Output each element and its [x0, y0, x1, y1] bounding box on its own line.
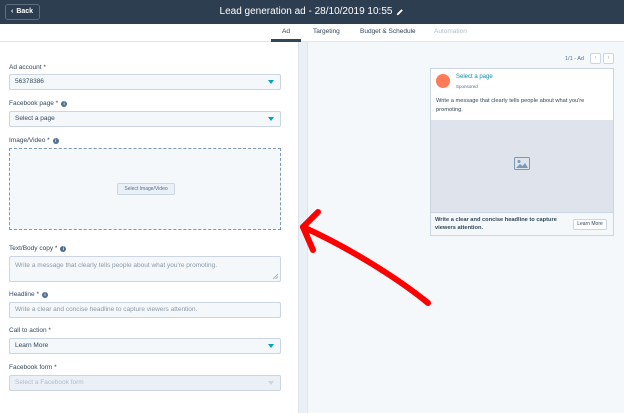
- caret-down-icon: [268, 80, 274, 84]
- chevron-left-icon: ‹: [594, 55, 597, 61]
- caret-down-icon: [268, 117, 274, 121]
- ad-account-label: Ad account *: [9, 64, 46, 71]
- select-image-video-button[interactable]: Select Image/Video: [117, 183, 175, 195]
- info-icon[interactable]: i: [52, 137, 59, 144]
- body-copy-textarea[interactable]: Write a message that clearly tells peopl…: [9, 256, 281, 282]
- tab-bar: Ad Targeting Budget & Schedule Automatio…: [0, 24, 624, 42]
- tab-ad[interactable]: Ad: [282, 28, 290, 35]
- ad-pager-label: 1/1 - Ad: [565, 56, 584, 62]
- avatar: [436, 74, 450, 88]
- facebook-form-label: Facebook form *: [9, 364, 57, 371]
- preview-page-name[interactable]: Select a page: [456, 74, 493, 80]
- call-to-action-select[interactable]: Learn More: [9, 338, 281, 354]
- resize-handle-icon[interactable]: [272, 273, 278, 279]
- info-icon[interactable]: i: [60, 245, 67, 252]
- caret-down-icon: [268, 344, 274, 348]
- facebook-form-select[interactable]: Select a Facebook form: [9, 375, 281, 391]
- call-to-action-label: Call to action *: [9, 327, 51, 334]
- active-tab-indicator: [271, 39, 301, 42]
- preview-cta-button[interactable]: Learn More: [573, 219, 607, 230]
- sponsored-label: Sponsored: [456, 84, 478, 89]
- tab-budget-schedule[interactable]: Budget & Schedule: [360, 28, 416, 35]
- preview-body-text: Write a message that clearly tells peopl…: [436, 98, 585, 113]
- ad-account-select[interactable]: 56378386: [9, 74, 281, 90]
- headline-label: Headline * i: [9, 291, 48, 298]
- pager-next-button[interactable]: ›: [603, 53, 614, 64]
- info-icon[interactable]: i: [42, 291, 48, 298]
- image-video-label: Image/Video * i: [9, 137, 59, 144]
- pager-prev-button[interactable]: ‹: [590, 53, 601, 64]
- chevron-right-icon: ›: [607, 55, 610, 61]
- facebook-page-select[interactable]: Select a page: [9, 111, 281, 127]
- info-icon[interactable]: i: [61, 100, 68, 107]
- tab-automation[interactable]: Automation: [434, 28, 467, 35]
- body-copy-label: Text/Body copy * i: [9, 245, 67, 252]
- page-title-container: Lead generation ad - 28/10/2019 10:55: [0, 6, 624, 17]
- preview-media-placeholder: [431, 120, 613, 212]
- pencil-icon[interactable]: [396, 8, 404, 16]
- facebook-page-label: Facebook page * i: [9, 100, 68, 107]
- top-bar: ‹ Back Lead generation ad - 28/10/2019 1…: [0, 0, 624, 24]
- caret-down-icon: [268, 381, 274, 385]
- headline-input[interactable]: Write a clear and concise headline to ca…: [9, 302, 281, 318]
- panel-divider[interactable]: [298, 42, 308, 413]
- image-icon: [514, 157, 530, 170]
- tab-targeting[interactable]: Targeting: [313, 28, 340, 35]
- ad-preview-card: Select a page Sponsored Write a message …: [430, 68, 614, 236]
- preview-footer: Write a clear and concise headline to ca…: [431, 212, 613, 235]
- page-title: Lead generation ad - 28/10/2019 10:55: [219, 6, 393, 17]
- image-video-dropzone[interactable]: Select Image/Video: [9, 148, 281, 230]
- preview-headline: Write a clear and concise headline to ca…: [435, 217, 557, 231]
